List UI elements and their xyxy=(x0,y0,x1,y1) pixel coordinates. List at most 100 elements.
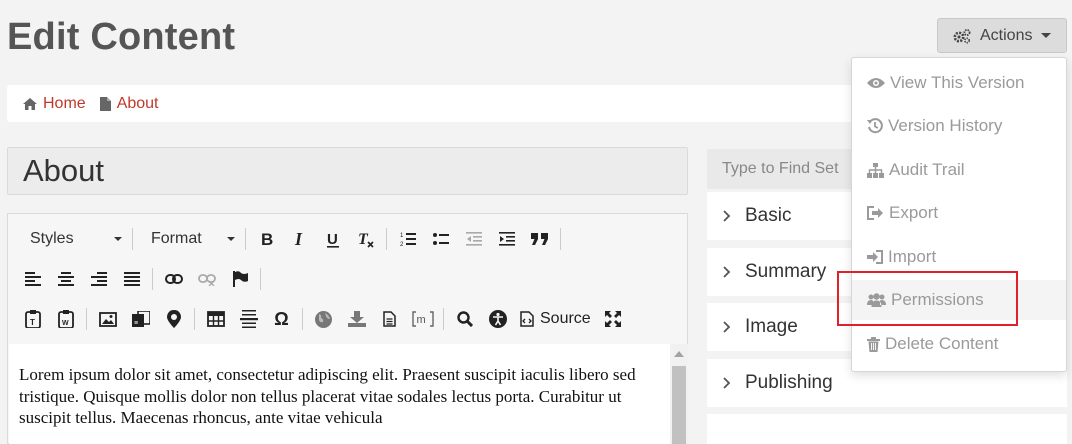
editor-content[interactable]: Lorem ipsum dolor sit amet, consectetur … xyxy=(9,344,670,444)
menu-item-label: Export xyxy=(889,203,939,222)
toolbar-divider xyxy=(194,308,195,330)
menu-item-permissions[interactable]: Permissions xyxy=(852,280,1066,320)
paste-word-icon: W xyxy=(57,310,74,328)
align-center-button[interactable] xyxy=(49,265,82,293)
source-button[interactable]: Source xyxy=(514,305,597,333)
media-button[interactable]: ≡ xyxy=(124,305,157,333)
menu-item-import[interactable]: Import xyxy=(852,237,1066,277)
align-justify-icon xyxy=(123,272,140,286)
align-left-icon xyxy=(24,272,41,286)
anchor-button[interactable] xyxy=(223,265,256,293)
scroll-up-icon[interactable] xyxy=(674,351,684,357)
underline-icon: U xyxy=(326,231,339,248)
accessibility-button[interactable] xyxy=(481,305,514,333)
chevron-right-icon xyxy=(723,321,731,333)
bold-button[interactable]: B xyxy=(250,225,283,253)
outdent-icon xyxy=(465,232,482,246)
chevron-right-icon xyxy=(723,266,731,278)
align-right-button[interactable] xyxy=(82,265,115,293)
paste-text-button[interactable]: T xyxy=(16,305,49,333)
menu-item-version-history[interactable]: Version History xyxy=(852,106,1066,146)
indent-button[interactable] xyxy=(490,225,523,253)
styles-dropdown-label: Styles xyxy=(30,230,74,247)
link-button[interactable] xyxy=(157,265,190,293)
export-icon xyxy=(867,206,883,220)
indent-icon xyxy=(498,232,515,246)
italic-icon: I xyxy=(294,231,303,247)
align-center-icon xyxy=(57,272,74,286)
find-button[interactable] xyxy=(448,305,481,333)
menu-item-audit-trail[interactable]: Audit Trail xyxy=(852,150,1066,190)
rich-text-editor: Styles Format B I U T 12 T W ≡ Ω m Sourc… xyxy=(7,213,688,444)
merge-field-button[interactable]: m xyxy=(406,305,439,333)
toolbar-row: Styles Format B I U T 12 xyxy=(8,219,565,259)
menu-item-view-version[interactable]: View This Version xyxy=(852,63,1066,103)
breadcrumb-home[interactable]: Home xyxy=(23,95,86,113)
styles-dropdown[interactable]: Styles xyxy=(16,225,128,253)
flag-icon xyxy=(232,271,248,287)
actions-button-label: Actions xyxy=(980,26,1033,44)
file-icon xyxy=(99,96,111,111)
link-icon xyxy=(164,274,183,284)
remove-format-button[interactable]: T xyxy=(349,225,382,253)
toolbar-divider xyxy=(86,308,87,330)
toolbar-divider xyxy=(152,268,153,290)
caret-down-icon xyxy=(114,237,122,241)
align-left-button[interactable] xyxy=(16,265,49,293)
svg-text:T: T xyxy=(30,318,35,327)
document-button[interactable] xyxy=(373,305,406,333)
toolbar-divider xyxy=(245,228,246,250)
chevron-right-icon xyxy=(723,377,731,389)
content-title-input[interactable]: About xyxy=(7,147,688,195)
format-dropdown[interactable]: Format xyxy=(137,225,241,253)
svg-text:W: W xyxy=(62,320,69,327)
image-button[interactable] xyxy=(91,305,124,333)
horizontal-rule-button[interactable] xyxy=(232,305,265,333)
sitemap-icon xyxy=(867,162,884,178)
section-label: Summary xyxy=(745,261,827,282)
menu-item-delete-content[interactable]: Delete Content xyxy=(852,324,1066,364)
editor-scrollbar[interactable] xyxy=(670,344,688,444)
blockquote-icon xyxy=(530,233,548,245)
table-button[interactable] xyxy=(199,305,232,333)
align-justify-button[interactable] xyxy=(115,265,148,293)
paste-text-icon: T xyxy=(24,310,41,328)
media-icon: ≡ xyxy=(131,311,150,327)
merge-field-icon: m xyxy=(411,311,434,327)
italic-button[interactable]: I xyxy=(283,225,316,253)
menu-item-label: Version History xyxy=(888,116,1003,135)
image-icon xyxy=(98,311,117,327)
globe-button[interactable] xyxy=(307,305,340,333)
paste-word-button[interactable]: W xyxy=(49,305,82,333)
source-button-label: Source xyxy=(540,310,591,327)
numbered-list-button[interactable]: 12 xyxy=(391,225,424,253)
toolbar-divider xyxy=(260,268,261,290)
unlink-icon xyxy=(197,274,216,286)
chevron-right-icon xyxy=(723,210,731,222)
bold-icon: B xyxy=(261,231,273,247)
actions-button[interactable]: Actions xyxy=(937,18,1067,53)
download-button[interactable] xyxy=(340,305,373,333)
map-button[interactable] xyxy=(157,305,190,333)
gears-icon xyxy=(953,28,971,44)
toolbar-row: T W ≡ Ω m Source xyxy=(8,299,630,339)
document-icon xyxy=(383,311,396,327)
toolbar-divider xyxy=(560,228,561,250)
scrollbar-thumb[interactable] xyxy=(672,366,686,444)
eye-icon xyxy=(867,78,885,88)
maximize-button[interactable] xyxy=(597,305,630,333)
breadcrumb-about[interactable]: About xyxy=(99,95,159,113)
bullet-list-button[interactable] xyxy=(424,225,457,253)
outdent-button[interactable] xyxy=(457,225,490,253)
omega-icon: Ω xyxy=(274,308,289,329)
table-icon xyxy=(206,311,225,327)
blockquote-button[interactable] xyxy=(523,225,556,253)
section-next[interactable] xyxy=(707,414,1067,444)
underline-button[interactable]: U xyxy=(316,225,349,253)
unlink-button[interactable] xyxy=(190,265,223,293)
menu-item-label: Permissions xyxy=(891,290,984,309)
menu-item-export[interactable]: Export xyxy=(852,193,1066,233)
menu-item-label: Delete Content xyxy=(885,334,999,353)
caret-down-icon xyxy=(1041,33,1052,38)
special-char-button[interactable]: Ω xyxy=(265,305,298,333)
